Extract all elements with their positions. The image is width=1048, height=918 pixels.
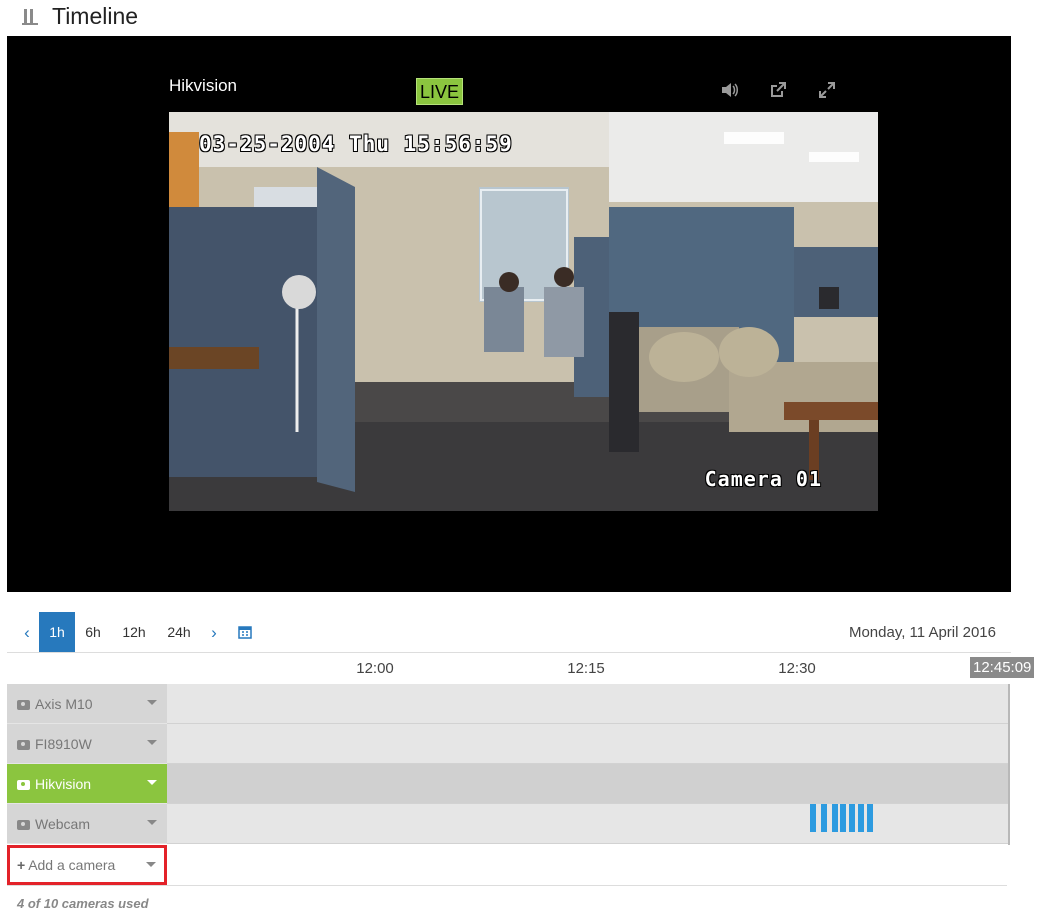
add-camera-button[interactable]: + Add a camera bbox=[7, 845, 167, 885]
caret-down-icon[interactable] bbox=[147, 740, 157, 745]
recording-segment[interactable] bbox=[858, 804, 864, 832]
camera-label[interactable]: Axis M10 bbox=[7, 684, 167, 724]
current-time-marker: 12:45:09 bbox=[970, 657, 1035, 678]
range-option-12h[interactable]: 12h bbox=[113, 612, 155, 653]
camera-timeline-rows: Axis M10 FI8910W Hikvision Webcam bbox=[7, 684, 1011, 845]
time-tick: 12:00 bbox=[356, 660, 394, 677]
camera-label[interactable]: FI8910W bbox=[7, 724, 167, 764]
camera-row-axis-m10[interactable]: Axis M10 bbox=[7, 684, 1011, 724]
camera-track[interactable] bbox=[167, 724, 1010, 764]
caret-down-icon[interactable] bbox=[147, 700, 157, 705]
camera-icon bbox=[17, 740, 30, 750]
caret-down-icon[interactable] bbox=[147, 820, 157, 825]
camera-name: Axis M10 bbox=[35, 696, 93, 712]
range-option-1h[interactable]: 1h bbox=[39, 612, 75, 653]
camera-icon bbox=[17, 780, 30, 790]
time-tick: 12:15 bbox=[567, 660, 605, 677]
time-tick: 12:30 bbox=[778, 660, 816, 677]
camera-track[interactable] bbox=[167, 764, 1010, 804]
camera-track[interactable] bbox=[167, 804, 1010, 844]
timeline-icon bbox=[22, 7, 40, 25]
camera-row-webcam[interactable]: Webcam bbox=[7, 804, 1011, 844]
volume-icon[interactable] bbox=[716, 80, 742, 104]
camera-name: Webcam bbox=[35, 816, 90, 832]
caret-down-icon[interactable] bbox=[147, 780, 157, 785]
camera-label[interactable]: Hikvision bbox=[7, 764, 167, 804]
add-camera-row: + Add a camera bbox=[7, 845, 1007, 886]
video-player[interactable]: Hikvision LIVE 03-25-2004 Thu 15:56:59 C… bbox=[7, 36, 1011, 592]
plus-icon: + bbox=[17, 857, 26, 873]
live-badge[interactable]: LIVE bbox=[416, 78, 464, 105]
camera-row-fi8910w[interactable]: FI8910W bbox=[7, 724, 1011, 764]
timeline-date: Monday, 11 April 2016 bbox=[848, 624, 996, 641]
camera-icon bbox=[17, 700, 30, 710]
range-option-6h[interactable]: 6h bbox=[75, 612, 111, 653]
current-time-line bbox=[1008, 684, 1010, 845]
recording-segment[interactable] bbox=[832, 804, 838, 832]
recording-segment[interactable] bbox=[867, 804, 873, 832]
camera-name: Hikvision bbox=[35, 776, 92, 792]
caret-down-icon[interactable] bbox=[146, 862, 156, 867]
recording-segment[interactable] bbox=[840, 804, 846, 832]
page-title: Timeline bbox=[52, 2, 139, 29]
video-timestamp-overlay: 03-25-2004 Thu 15:56:59 bbox=[199, 132, 513, 156]
page-header: Timeline bbox=[22, 0, 138, 32]
camera-icon bbox=[17, 820, 30, 830]
popout-icon[interactable] bbox=[765, 80, 791, 104]
recording-segment[interactable] bbox=[810, 804, 816, 832]
camera-label[interactable]: Webcam bbox=[7, 804, 167, 844]
camera-video-frame[interactable]: 03-25-2004 Thu 15:56:59 Camera 01 bbox=[169, 112, 878, 511]
player-camera-name: Hikvision bbox=[169, 76, 238, 95]
fullscreen-icon[interactable] bbox=[814, 80, 840, 104]
chevron-left-icon[interactable]: ‹ bbox=[15, 612, 39, 653]
calendar-icon[interactable] bbox=[233, 612, 257, 653]
camera-name: FI8910W bbox=[35, 736, 92, 752]
video-camera-overlay: Camera 01 bbox=[704, 467, 822, 491]
camera-track[interactable] bbox=[167, 684, 1010, 724]
recording-segment[interactable] bbox=[849, 804, 855, 832]
recording-segment[interactable] bbox=[821, 804, 827, 832]
camera-usage-text: 4 of 10 cameras used bbox=[17, 896, 149, 911]
range-option-24h[interactable]: 24h bbox=[157, 612, 201, 653]
range-toolbar: ‹ 1h 6h 12h 24h › Monday, 11 April 2016 bbox=[7, 612, 1007, 653]
chevron-right-icon[interactable]: › bbox=[203, 612, 225, 653]
camera-row-hikvision[interactable]: Hikvision bbox=[7, 764, 1011, 804]
office-scene-image bbox=[169, 112, 878, 511]
add-camera-label: Add a camera bbox=[28, 857, 116, 873]
timeline-axis: 12:00 12:15 12:30 12:45:09 bbox=[7, 652, 1035, 685]
